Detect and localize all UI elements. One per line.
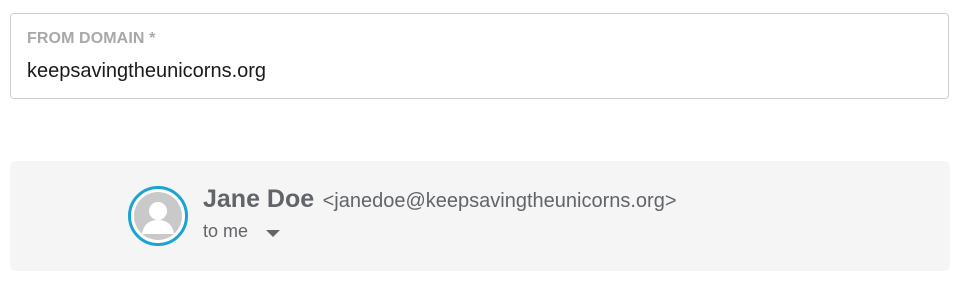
email-preview-card: Jane Doe <janedoe@keepsavingtheunicorns.… [10, 161, 950, 271]
sender-email: <janedoe@keepsavingtheunicorns.org> [322, 190, 677, 212]
recipient-line: to me [203, 221, 281, 242]
recipient-text: to me [203, 221, 249, 241]
sender-name: Jane Doe [203, 185, 315, 213]
from-domain-label: FROM DOMAIN * [27, 30, 156, 47]
caret-down-icon[interactable] [266, 229, 281, 237]
sender-avatar [128, 186, 188, 246]
sender-line: Jane Doe <janedoe@keepsavingtheunicorns.… [203, 185, 677, 214]
from-domain-input[interactable] [27, 60, 907, 83]
from-domain-field[interactable]: FROM DOMAIN * [10, 13, 949, 99]
user-silhouette-icon [134, 192, 182, 240]
